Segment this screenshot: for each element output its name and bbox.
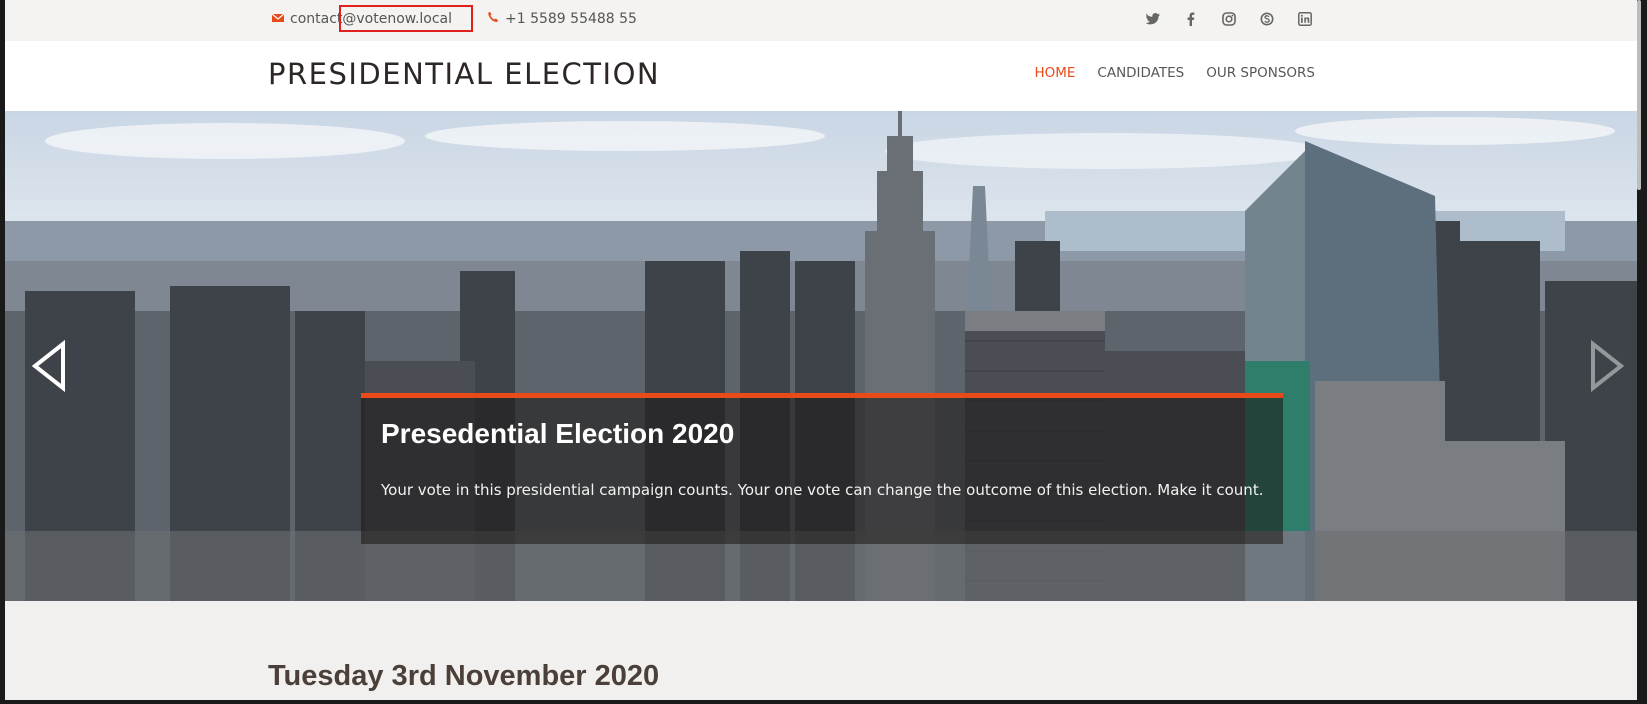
nav-our-sponsors[interactable]: OUR SPONSORS <box>1206 65 1315 81</box>
phone-icon <box>487 11 499 27</box>
page: contact@votenow.local +1 5589 55488 55 P… <box>5 0 1641 700</box>
hero-text: Your vote in this presidential campaign … <box>381 481 1264 499</box>
facebook-icon[interactable] <box>1181 9 1201 29</box>
social-links <box>1143 9 1315 29</box>
linkedin-icon[interactable] <box>1295 9 1315 29</box>
chevron-right-icon <box>1591 339 1625 393</box>
site-title[interactable]: PRESIDENTIAL ELECTION <box>268 57 660 91</box>
top-contact-bar: contact@votenow.local +1 5589 55488 55 <box>5 0 1641 41</box>
phone-contact[interactable]: +1 5589 55488 55 <box>487 0 637 38</box>
site-header: PRESIDENTIAL ELECTION HOME CANDIDATES OU… <box>5 41 1641 111</box>
election-date-heading: Tuesday 3rd November 2020 <box>268 660 660 692</box>
twitter-icon[interactable] <box>1143 9 1163 29</box>
skype-icon[interactable] <box>1257 9 1277 29</box>
hero-caption: Presedential Election 2020 Your vote in … <box>361 393 1283 544</box>
hero-carousel: Presedential Election 2020 Your vote in … <box>5 111 1641 601</box>
scrollbar-thumb[interactable] <box>1637 0 1641 190</box>
email-highlight-box <box>339 5 473 32</box>
envelope-icon <box>271 11 285 27</box>
carousel-prev-button[interactable] <box>29 336 69 396</box>
carousel-next-button[interactable] <box>1587 336 1627 396</box>
hero-title: Presedential Election 2020 <box>381 418 735 449</box>
phone-text: +1 5589 55488 55 <box>505 11 637 27</box>
main-nav: HOME CANDIDATES OUR SPONSORS <box>1034 65 1315 81</box>
instagram-icon[interactable] <box>1219 9 1239 29</box>
chevron-left-icon <box>31 339 65 393</box>
nav-candidates[interactable]: CANDIDATES <box>1097 65 1184 81</box>
nav-home[interactable]: HOME <box>1034 65 1075 81</box>
